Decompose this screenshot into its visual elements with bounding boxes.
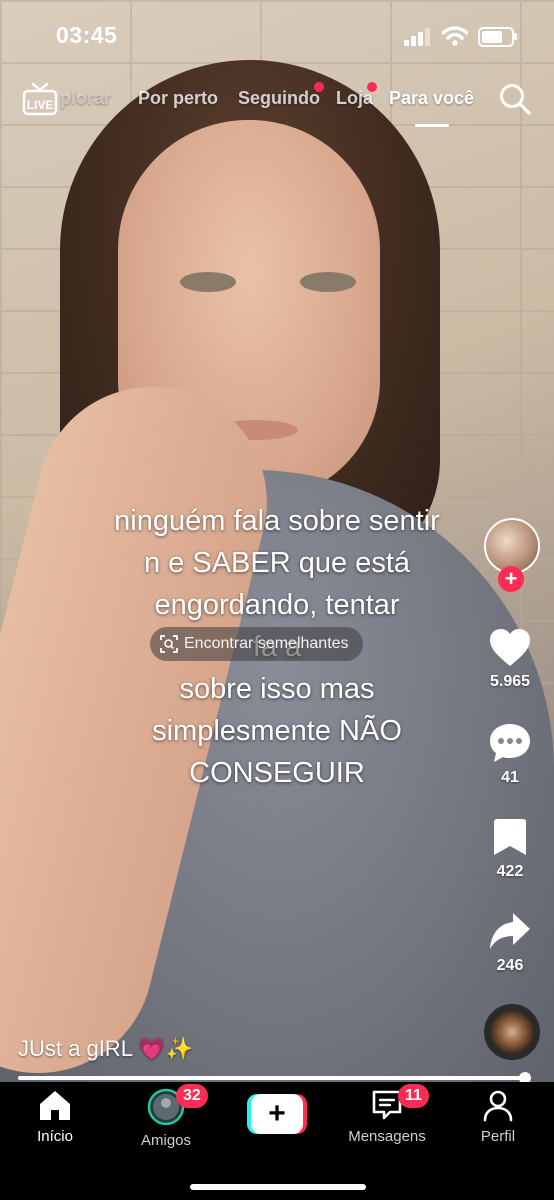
- active-tab-indicator: [415, 124, 449, 127]
- save-button[interactable]: 422: [475, 816, 545, 881]
- svg-text:LIVE: LIVE: [27, 98, 54, 112]
- video-username[interactable]: JUst a gIRL 💗✨: [18, 1036, 193, 1062]
- tab-loja[interactable]: Loja: [336, 88, 373, 109]
- save-count: 422: [496, 863, 524, 880]
- nav-home[interactable]: Início: [5, 1088, 105, 1145]
- status-bar: 03:45: [0, 0, 554, 70]
- loja-notification-dot: [367, 82, 377, 92]
- search-icon[interactable]: [498, 82, 532, 116]
- home-icon: [40, 1091, 70, 1120]
- bookmark-icon: [494, 819, 526, 855]
- find-similar-icon: [160, 635, 178, 653]
- tab-seguindo[interactable]: Seguindo: [238, 88, 320, 109]
- nav-inbox-label: Mensagens: [348, 1128, 426, 1145]
- video-subject-eye: [180, 272, 236, 292]
- nav-profile[interactable]: Perfil: [448, 1088, 548, 1145]
- share-icon: [490, 913, 530, 949]
- share-button[interactable]: 246: [475, 910, 545, 975]
- plus-icon: +: [251, 1094, 303, 1134]
- cellular-signal-icon: [404, 28, 430, 46]
- seguindo-notification-dot: [314, 82, 324, 92]
- nav-friends-label: Amigos: [140, 1132, 192, 1149]
- wifi-icon: [442, 26, 468, 46]
- comment-icon: [490, 724, 530, 762]
- find-similar-label: Encontrar semelhantes: [184, 635, 349, 652]
- find-similar-button[interactable]: Encontrar semelhantes: [150, 627, 363, 661]
- heart-icon: [490, 629, 530, 666]
- status-time: 03:45: [56, 22, 118, 48]
- bottom-nav: Início Amigos 32 + Mensagens 11 Perfil: [0, 1082, 554, 1200]
- screen: 03:45 LIVE plorar Por perto Seguindo Loj…: [0, 0, 554, 1200]
- video-progress-bar[interactable]: [18, 1072, 531, 1084]
- music-disc[interactable]: [484, 1004, 540, 1060]
- share-count: 246: [496, 957, 524, 974]
- like-count: 5.965: [489, 673, 531, 690]
- live-icon[interactable]: LIVE: [22, 82, 58, 116]
- video-subject-eye: [300, 272, 356, 292]
- tab-para-voce[interactable]: Para você: [389, 88, 474, 109]
- battery-icon: [478, 27, 514, 47]
- follow-button[interactable]: +: [498, 566, 524, 592]
- tab-por-perto[interactable]: Por perto: [138, 88, 218, 109]
- home-indicator: [190, 1184, 366, 1190]
- comment-button[interactable]: 41: [475, 722, 545, 787]
- nav-home-label: Início: [37, 1128, 73, 1145]
- inbox-badge: 11: [398, 1084, 429, 1108]
- create-button[interactable]: +: [247, 1094, 307, 1134]
- video-progress-fill: [18, 1076, 525, 1080]
- battery-tip: [514, 33, 517, 40]
- comment-count: 41: [501, 769, 519, 786]
- like-button[interactable]: 5.965: [475, 628, 545, 691]
- profile-icon: [483, 1090, 513, 1122]
- tab-explorar[interactable]: plorar: [60, 88, 111, 109]
- top-nav: LIVE plorar Por perto Seguindo Loja Para…: [0, 78, 554, 130]
- nav-profile-label: Perfil: [480, 1128, 516, 1145]
- friends-badge: 32: [176, 1084, 208, 1108]
